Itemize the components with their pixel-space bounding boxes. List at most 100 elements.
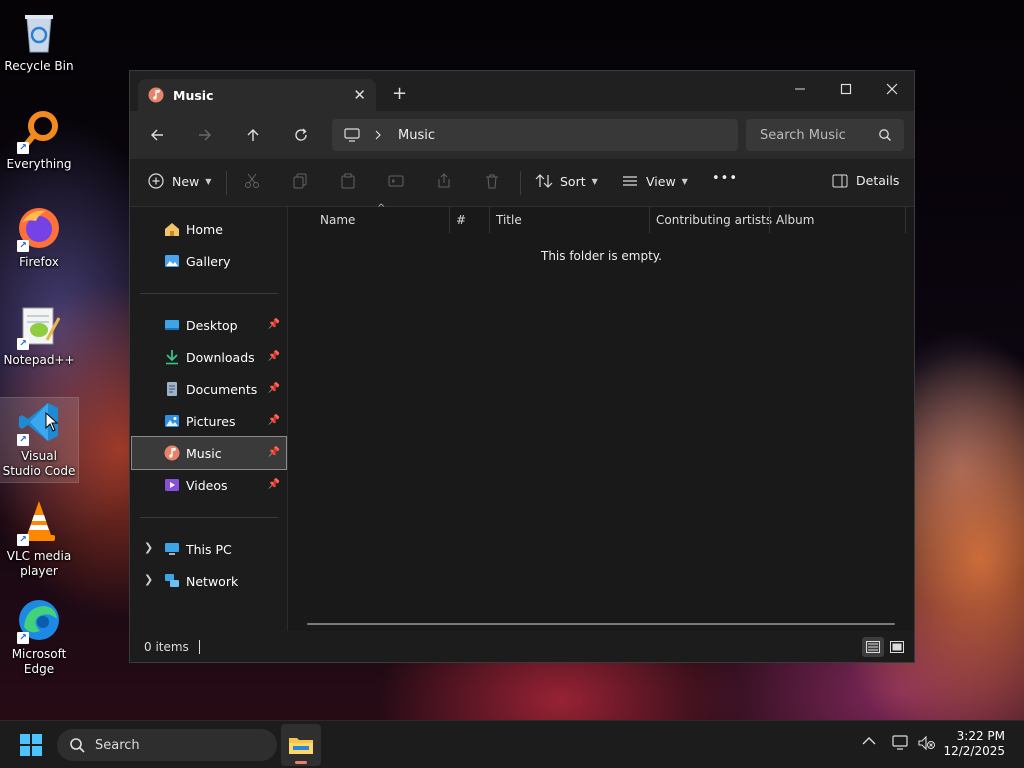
desktop-icon-label: VLC media player xyxy=(6,549,72,578)
back-button[interactable] xyxy=(145,123,169,147)
nav-item-videos[interactable]: Videos 📌 xyxy=(132,469,286,501)
minimize-button[interactable] xyxy=(777,75,823,103)
details-pane-button[interactable]: Details xyxy=(832,173,899,188)
desktop-icon-notepad-plus-plus[interactable]: ↗ Notepad++ xyxy=(0,302,78,368)
network-monitor-icon xyxy=(892,735,908,750)
search-box[interactable]: Search Music xyxy=(746,119,904,151)
column-divider[interactable] xyxy=(769,207,770,233)
rename-button[interactable] xyxy=(388,173,404,189)
status-bar: 0 items xyxy=(130,631,914,662)
copy-button[interactable] xyxy=(292,173,308,189)
desktop-icon-everything[interactable]: ↗ Everything xyxy=(0,106,78,172)
nav-item-documents[interactable]: Documents 📌 xyxy=(132,373,286,405)
taskbar: Search 3:22 PM 12/2/2025 xyxy=(0,720,1024,768)
breadcrumb-music[interactable]: Music xyxy=(398,128,435,143)
taskbar-clock[interactable]: 3:22 PM 12/2/2025 xyxy=(943,729,1005,759)
pin-icon[interactable]: 📌 xyxy=(268,351,280,362)
column-header-album[interactable]: Album xyxy=(776,213,814,227)
desktop-icon-edge[interactable]: ↗ Microsoft Edge xyxy=(0,596,78,677)
view-button[interactable]: View ▼ xyxy=(622,173,688,189)
details-pane-icon xyxy=(832,174,848,187)
nav-item-downloads[interactable]: Downloads 📌 xyxy=(132,341,286,373)
pin-icon[interactable]: 📌 xyxy=(268,447,280,458)
videos-icon xyxy=(165,479,179,491)
everything-search-icon: ↗ xyxy=(15,106,63,154)
column-header-number[interactable]: # xyxy=(456,213,466,227)
document-icon xyxy=(167,382,177,396)
network-status-button[interactable] xyxy=(892,735,910,754)
pin-icon[interactable]: 📌 xyxy=(268,383,280,394)
column-header-contributing-artists[interactable]: Contributing artists xyxy=(656,213,772,227)
divider xyxy=(140,517,278,518)
delete-button[interactable] xyxy=(484,173,500,189)
pin-icon[interactable]: 📌 xyxy=(268,415,280,426)
empty-folder-message: This folder is empty. xyxy=(541,249,662,263)
column-divider[interactable] xyxy=(489,207,490,233)
network-icon xyxy=(165,574,179,587)
column-header-title[interactable]: Title xyxy=(496,213,522,227)
column-divider[interactable] xyxy=(649,207,650,233)
up-button[interactable] xyxy=(241,123,265,147)
nav-item-music[interactable]: Music 📌 xyxy=(131,436,287,470)
large-icons-view-button[interactable] xyxy=(886,637,908,657)
forward-button[interactable] xyxy=(193,123,217,147)
gallery-icon xyxy=(165,255,179,267)
nav-item-network[interactable]: ❯ Network xyxy=(132,565,286,597)
search-icon xyxy=(879,129,891,141)
start-button[interactable] xyxy=(20,734,42,756)
pin-icon[interactable]: 📌 xyxy=(268,319,280,330)
refresh-button[interactable] xyxy=(289,123,313,147)
refresh-icon xyxy=(295,128,307,141)
taskbar-search[interactable]: Search xyxy=(57,729,277,761)
volume-button[interactable] xyxy=(918,735,936,754)
nav-label: Home xyxy=(186,221,223,237)
trash-icon xyxy=(486,174,498,189)
desktop-icon-vscode[interactable]: ↗ Visual Studio Code xyxy=(0,397,79,483)
expand-chevron-icon[interactable]: ❯ xyxy=(144,573,153,586)
taskbar-search-label: Search xyxy=(95,737,140,753)
sort-button[interactable]: Sort ▼ xyxy=(535,173,598,189)
nav-item-this-pc[interactable]: ❯ This PC xyxy=(132,533,286,565)
tab-close-button[interactable]: ✕ xyxy=(353,86,366,104)
see-more-button[interactable]: ••• xyxy=(712,171,738,186)
address-bar[interactable]: Music xyxy=(332,119,738,151)
column-divider[interactable] xyxy=(449,207,450,233)
column-divider[interactable] xyxy=(905,207,906,233)
share-button[interactable] xyxy=(436,173,452,189)
new-button[interactable]: New ▼ xyxy=(148,173,211,189)
tray-overflow-button[interactable] xyxy=(862,735,876,749)
maximize-button[interactable] xyxy=(823,75,869,103)
close-icon xyxy=(886,83,898,95)
desktop-icon-firefox[interactable]: ↗ Firefox xyxy=(0,204,78,270)
sort-arrow-icon: ^ xyxy=(377,203,386,214)
nav-item-desktop[interactable]: Desktop 📌 xyxy=(132,309,286,341)
share-icon xyxy=(438,173,450,188)
column-header-name[interactable]: Name xyxy=(320,213,355,227)
cut-button[interactable] xyxy=(244,173,260,189)
pin-icon[interactable]: 📌 xyxy=(268,479,280,490)
taskbar-file-explorer[interactable] xyxy=(281,724,321,766)
nav-label: Documents xyxy=(186,381,258,397)
explorer-body: Home Gallery Desktop 📌 Downloads 📌 Docum… xyxy=(130,203,914,631)
nav-item-gallery[interactable]: Gallery xyxy=(132,245,286,277)
vscode-icon: ↗ xyxy=(15,398,63,446)
tab-title: Music xyxy=(173,87,214,103)
tab-music[interactable]: Music ✕ xyxy=(138,79,376,111)
desktop-icon-recycle-bin[interactable]: Recycle Bin xyxy=(0,8,78,74)
desktop-icon-vlc[interactable]: ↗ VLC media player xyxy=(0,498,78,579)
mouse-cursor-icon xyxy=(45,412,59,432)
nav-item-home[interactable]: Home xyxy=(132,213,286,245)
expand-chevron-icon[interactable]: ❯ xyxy=(144,541,153,554)
close-window-button[interactable] xyxy=(869,75,915,103)
minimize-icon xyxy=(795,88,805,90)
nav-label: Pictures xyxy=(186,413,236,429)
nav-item-pictures[interactable]: Pictures 📌 xyxy=(132,405,286,437)
scissors-icon xyxy=(245,173,259,188)
details-view-button[interactable] xyxy=(862,637,884,657)
horizontal-scrollbar[interactable] xyxy=(307,623,895,625)
new-tab-button[interactable]: + xyxy=(392,83,407,104)
paste-button[interactable] xyxy=(340,173,356,189)
music-folder-icon xyxy=(148,87,164,103)
chevron-down-icon: ▼ xyxy=(205,176,212,186)
navigation-pane: Home Gallery Desktop 📌 Downloads 📌 Docum… xyxy=(130,207,288,631)
